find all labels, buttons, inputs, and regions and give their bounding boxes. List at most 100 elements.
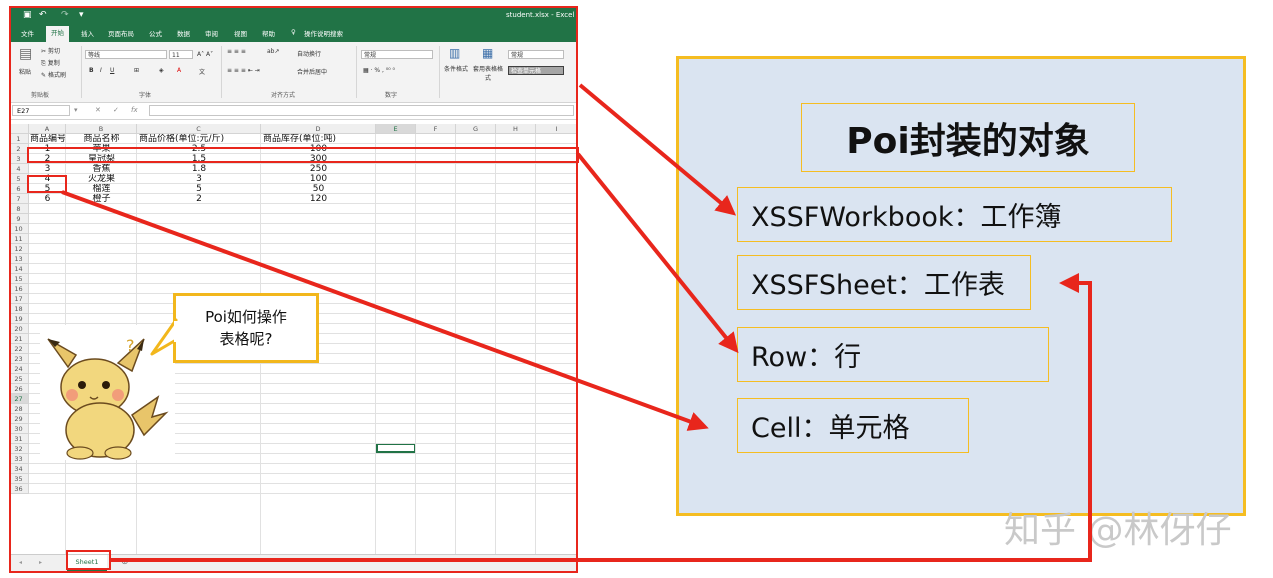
column-header[interactable]: D	[261, 124, 376, 134]
style-normal[interactable]: 常规	[508, 50, 564, 59]
copy-button[interactable]: ⎘ 复制	[41, 58, 60, 68]
name-box[interactable]: E27	[12, 105, 70, 116]
wrap-text-button[interactable]: 自动换行	[297, 49, 321, 58]
orientation-icon[interactable]: ab↗	[267, 48, 280, 55]
row-header[interactable]: 14	[9, 264, 29, 274]
table-cell[interactable]: 火龙果	[66, 174, 137, 184]
row-header[interactable]: 8	[9, 204, 29, 214]
table-cell[interactable]: 1.5	[137, 154, 261, 164]
table-cell[interactable]: 橙子	[66, 194, 137, 204]
row-header[interactable]: 10	[9, 224, 29, 234]
font-grow-shrink-icon[interactable]: A˄ A˅	[197, 51, 213, 58]
selected-cell-e27[interactable]	[376, 443, 416, 453]
table-cell[interactable]: 4	[29, 174, 66, 184]
horizontal-align-icon[interactable]: ≡ ≡ ≡ ⇤ ⇥	[227, 67, 260, 74]
italic-icon[interactable]: I	[100, 67, 102, 74]
name-box-dropdown-icon[interactable]: ▾	[74, 106, 78, 114]
row-header[interactable]: 21	[9, 334, 29, 344]
table-format-icon[interactable]: ▦	[482, 46, 493, 60]
select-all-corner[interactable]	[9, 124, 29, 134]
enter-icon[interactable]: ✓	[113, 106, 119, 114]
vertical-align-icon[interactable]: ≡ ≡ ≡	[227, 48, 246, 55]
row-header[interactable]: 17	[9, 294, 29, 304]
row-header[interactable]: 18	[9, 304, 29, 314]
undo-icon[interactable]: ↶	[39, 10, 47, 20]
row-header[interactable]: 7	[9, 194, 29, 204]
table-cell[interactable]: 6	[29, 194, 66, 204]
underline-icon[interactable]: U	[110, 67, 114, 74]
row-header[interactable]: 16	[9, 284, 29, 294]
cut-button[interactable]: ✂ 剪切	[41, 46, 60, 55]
tell-me-search[interactable]: 操作说明搜索	[304, 28, 343, 38]
row-header[interactable]: 33	[9, 454, 29, 464]
table-cell[interactable]: 3	[137, 174, 261, 184]
table-cell[interactable]: 5	[29, 184, 66, 194]
row-header[interactable]: 3	[9, 154, 29, 164]
row-header[interactable]: 4	[9, 164, 29, 174]
row-header[interactable]: 35	[9, 474, 29, 484]
row-header[interactable]: 20	[9, 324, 29, 334]
row-header[interactable]: 29	[9, 414, 29, 424]
row-header[interactable]: 31	[9, 434, 29, 444]
font-color-icon[interactable]: A	[177, 67, 181, 74]
sheet-tab-sheet1[interactable]: Sheet1	[67, 555, 107, 572]
bold-icon[interactable]: B	[89, 67, 94, 74]
row-header[interactable]: 15	[9, 274, 29, 284]
tab-formulas[interactable]: 公式	[149, 28, 162, 38]
row-header[interactable]: 12	[9, 244, 29, 254]
row-header[interactable]: 23	[9, 354, 29, 364]
tab-view[interactable]: 视图	[234, 28, 247, 38]
tab-data[interactable]: 数据	[177, 28, 190, 38]
table-format-button[interactable]: 套用表格格式	[473, 64, 503, 82]
font-name-select[interactable]: 等线	[85, 50, 167, 59]
table-cell[interactable]: 2	[137, 194, 261, 204]
column-header[interactable]: E	[376, 124, 416, 134]
row-header[interactable]: 24	[9, 364, 29, 374]
table-cell[interactable]: 香蕉	[66, 164, 137, 174]
row-header[interactable]: 9	[9, 214, 29, 224]
table-cell[interactable]: 榴莲	[66, 184, 137, 194]
row-header[interactable]: 34	[9, 464, 29, 474]
table-cell[interactable]: 皇冠梨	[66, 154, 137, 164]
row-header[interactable]: 26	[9, 384, 29, 394]
insert-function-icon[interactable]: fx	[131, 106, 138, 114]
tab-home[interactable]: 开始	[46, 26, 69, 42]
table-cell[interactable]: 2.5	[137, 144, 261, 154]
row-header[interactable]: 25	[9, 374, 29, 384]
row-header[interactable]: 27	[9, 394, 29, 404]
column-header[interactable]: A	[29, 124, 66, 134]
conditional-format-icon[interactable]: ▥	[449, 46, 460, 60]
save-icon[interactable]: ▣	[23, 10, 32, 20]
format-painter-button[interactable]: ✎ 格式刷	[41, 70, 66, 79]
number-format-icons[interactable]: ▦ · % , ⁰⁰ ⁰	[363, 67, 395, 74]
table-cell[interactable]: 250	[261, 164, 376, 174]
row-header[interactable]: 32	[9, 444, 29, 454]
table-cell[interactable]: 100	[261, 174, 376, 184]
conditional-format-button[interactable]: 条件格式	[442, 64, 470, 73]
row-header[interactable]: 28	[9, 404, 29, 414]
row-header[interactable]: 11	[9, 234, 29, 244]
border-icon[interactable]: ⊞	[134, 67, 139, 74]
column-header[interactable]: G	[456, 124, 496, 134]
row-header[interactable]: 13	[9, 254, 29, 264]
table-cell[interactable]: 1	[29, 144, 66, 154]
fill-color-icon[interactable]: ◈	[159, 67, 164, 74]
column-header[interactable]: I	[536, 124, 578, 134]
row-header[interactable]: 19	[9, 314, 29, 324]
row-header[interactable]: 6	[9, 184, 29, 194]
phonetic-icon[interactable]: 文	[199, 67, 205, 76]
tab-help[interactable]: 帮助	[262, 28, 275, 38]
table-cell[interactable]: 300	[261, 154, 376, 164]
tab-insert[interactable]: 插入	[81, 28, 94, 38]
paste-button[interactable]: 粘贴	[19, 67, 31, 76]
column-header[interactable]: B	[66, 124, 137, 134]
tab-review[interactable]: 审阅	[205, 28, 218, 38]
next-sheet-icon[interactable]: ▸	[39, 559, 42, 566]
style-check-cell[interactable]: 检查单元格	[508, 66, 564, 75]
row-header[interactable]: 2	[9, 144, 29, 154]
row-header[interactable]: 5	[9, 174, 29, 184]
column-header[interactable]: F	[416, 124, 456, 134]
column-header[interactable]: H	[496, 124, 536, 134]
column-header[interactable]: C	[137, 124, 261, 134]
row-header[interactable]: 36	[9, 484, 29, 494]
